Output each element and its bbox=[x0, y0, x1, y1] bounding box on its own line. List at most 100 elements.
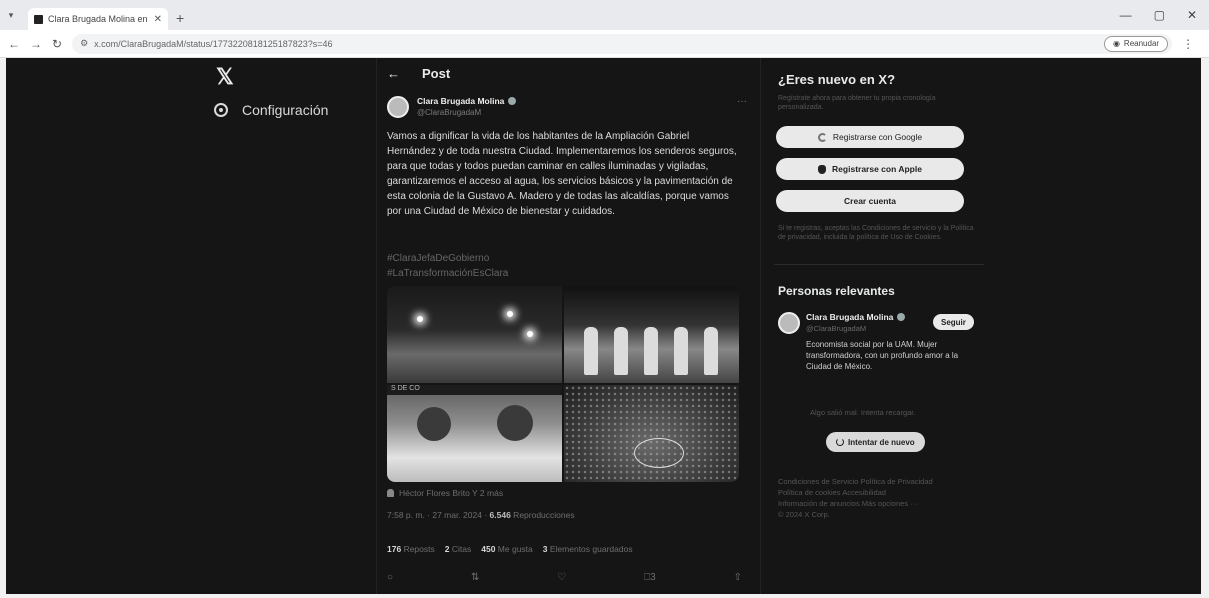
quotes-stat[interactable]: 2 Citas bbox=[445, 544, 471, 554]
follow-button[interactable]: Seguir bbox=[933, 314, 974, 330]
post-stats: 176 Reposts 2 Citas 450 Me gusta 3 Eleme… bbox=[387, 544, 633, 554]
apple-icon bbox=[818, 164, 827, 174]
reposts-count: 176 bbox=[387, 544, 402, 554]
url-field[interactable]: ⚙ x.com/ClaraBrugadaM/status/17732208181… bbox=[72, 33, 1173, 54]
footer-link-row[interactable]: Información de anuncios Más opciones ··· bbox=[778, 498, 968, 509]
page-title: Post bbox=[422, 66, 451, 81]
error-message: Algo salió mal. Intenta recargar. bbox=[810, 408, 916, 417]
browser-tab[interactable]: Clara Brugada Molina en X: "Va ✕ bbox=[28, 8, 168, 30]
close-window-icon[interactable]: ✕ bbox=[1187, 8, 1197, 22]
apple-signup-label: Registrarse con Apple bbox=[832, 164, 922, 174]
post-meta: 7:58 p. m. · 27 mar. 2024 · 6.546 Reprod… bbox=[387, 510, 575, 520]
bookmarks-count: 3 bbox=[542, 544, 548, 554]
hashtag-link[interactable]: #LaTransformaciónEsClara bbox=[387, 266, 508, 281]
reload-icon[interactable]: ↻ bbox=[52, 37, 62, 51]
post-header: ← Post bbox=[387, 66, 450, 81]
person-figure bbox=[704, 327, 718, 375]
x-favicon-icon bbox=[34, 14, 43, 24]
nav-settings-label: Configuración bbox=[242, 102, 329, 118]
likes-count: 450 bbox=[481, 544, 496, 554]
forward-arrow-icon[interactable]: → bbox=[30, 37, 42, 51]
tab-title: Clara Brugada Molina en X: "Va bbox=[48, 14, 149, 24]
person-face bbox=[497, 405, 533, 441]
photo-night-crowd[interactable] bbox=[387, 286, 562, 383]
person-icon bbox=[387, 489, 394, 497]
person-figure bbox=[644, 327, 658, 375]
nav-item-settings[interactable]: Configuración bbox=[214, 102, 328, 118]
post-time[interactable]: 7:58 p. m. · 27 mar. 2024 · bbox=[387, 510, 490, 520]
google-signup-button[interactable]: Registrarse con Google bbox=[776, 126, 964, 148]
bookmark-button[interactable]: ⎕3 bbox=[644, 572, 656, 583]
hashtag-link[interactable]: #ClaraJefaDeGobierno bbox=[387, 251, 508, 266]
signup-terms: Si te registras, aceptas las Condiciones… bbox=[778, 225, 974, 241]
new-tab-icon[interactable]: + bbox=[176, 10, 184, 26]
verified-badge-icon bbox=[508, 97, 517, 105]
more-options-icon[interactable]: ··· bbox=[737, 96, 747, 118]
bookmarks-label: Elementos guardados bbox=[549, 544, 633, 554]
quotes-count: 2 bbox=[444, 544, 450, 554]
browser-menu-icon[interactable]: ⋮ bbox=[1182, 37, 1194, 51]
google-icon bbox=[817, 132, 827, 142]
retry-button[interactable]: Intentar de nuevo bbox=[826, 432, 925, 452]
apple-signup-button[interactable]: Registrarse con Apple bbox=[776, 158, 964, 180]
author-name-text: Clara Brugada Molina bbox=[417, 96, 505, 106]
reply-icon[interactable]: ○ bbox=[387, 572, 393, 583]
signup-title: ¿Eres nuevo en X? bbox=[778, 72, 896, 87]
repost-icon[interactable]: ⇅ bbox=[471, 572, 479, 583]
tab-search-icon[interactable]: ▾ bbox=[0, 10, 22, 21]
avatar[interactable] bbox=[778, 312, 800, 334]
relevant-person-bio: Economista social por la UAM. Mujer tran… bbox=[806, 340, 959, 371]
window-controls: — ▢ ✕ bbox=[1120, 8, 1209, 22]
photo-banner-text: S DE CO bbox=[387, 385, 562, 395]
views-label: Reproducciones bbox=[510, 510, 575, 520]
back-arrow-icon[interactable]: ← bbox=[8, 37, 20, 51]
person-figure bbox=[614, 327, 628, 375]
reader-button[interactable]: ◉ Reanudar bbox=[1103, 35, 1169, 52]
photo-heart-hands[interactable]: S DE CO bbox=[387, 385, 562, 482]
person-figure bbox=[584, 327, 598, 375]
tagged-people[interactable]: Héctor Flores Brito Y 2 más bbox=[387, 488, 503, 498]
retry-label: Intentar de nuevo bbox=[848, 437, 915, 447]
person-face bbox=[417, 407, 451, 441]
likes-stat[interactable]: 450 Me gusta bbox=[481, 544, 533, 554]
minimize-icon[interactable]: — bbox=[1120, 8, 1132, 22]
site-info-icon[interactable]: ⚙ bbox=[80, 38, 88, 49]
person-figure bbox=[674, 327, 688, 375]
create-account-button[interactable]: Crear cuenta bbox=[776, 190, 964, 212]
like-icon[interactable]: ♡ bbox=[557, 572, 566, 583]
tagged-text: Héctor Flores Brito Y 2 más bbox=[399, 488, 504, 498]
author-handle[interactable]: @ClaraBrugadaM bbox=[417, 108, 516, 117]
x-logo-icon[interactable]: 𝕏 bbox=[216, 64, 234, 90]
bookmarks-stat[interactable]: 3 Elementos guardados bbox=[543, 544, 633, 554]
share-icon[interactable]: ⇧ bbox=[734, 572, 742, 583]
post-text: Vamos a dignificar la vida de los habita… bbox=[387, 131, 737, 217]
avatar[interactable] bbox=[387, 96, 409, 118]
refresh-icon bbox=[836, 438, 844, 446]
footer-link-row[interactable]: Condiciones de Servicio Política de Priv… bbox=[778, 476, 968, 487]
back-arrow-icon[interactable]: ← bbox=[387, 66, 400, 81]
photo-stage[interactable] bbox=[564, 286, 739, 383]
tab-close-icon[interactable]: ✕ bbox=[154, 14, 162, 25]
author-name[interactable]: Clara Brugada Molina bbox=[417, 96, 517, 106]
street-light bbox=[507, 311, 513, 317]
photo-court-crowd[interactable] bbox=[564, 385, 739, 482]
hashtags: #ClaraJefaDeGobierno #LaTransformaciónEs… bbox=[387, 251, 508, 281]
reposts-stat[interactable]: 176 Reposts bbox=[387, 544, 435, 554]
street-light bbox=[417, 316, 423, 322]
signup-subtitle: Regístrate ahora para obtener tu propia … bbox=[778, 95, 936, 111]
quotes-label: Citas bbox=[451, 544, 472, 554]
post-author: Clara Brugada Molina @ClaraBrugadaM ··· bbox=[387, 96, 747, 118]
maximize-icon[interactable]: ▢ bbox=[1154, 8, 1165, 22]
eye-icon: ◉ bbox=[1112, 39, 1120, 48]
footer-link-row[interactable]: Política de cookies Accesibilidad bbox=[778, 487, 968, 498]
footer-copyright: © 2024 X Corp. bbox=[778, 510, 830, 519]
street-light bbox=[527, 331, 533, 337]
views-count: 6.546 bbox=[489, 510, 511, 520]
address-bar: ← → ↻ ⚙ x.com/ClaraBrugadaM/status/17732… bbox=[0, 30, 1209, 58]
gear-icon bbox=[214, 103, 228, 117]
reposts-label: Reposts bbox=[403, 544, 435, 554]
google-signup-label: Registrarse con Google bbox=[832, 132, 923, 142]
footer-links: Condiciones de Servicio Política de Priv… bbox=[778, 476, 968, 520]
relevant-person-card: Clara Brugada Molina @ClaraBrugadaM Econ… bbox=[778, 312, 978, 372]
x-page: 𝕏 Configuración ← Post Clara Brugada Mol… bbox=[6, 58, 1201, 594]
